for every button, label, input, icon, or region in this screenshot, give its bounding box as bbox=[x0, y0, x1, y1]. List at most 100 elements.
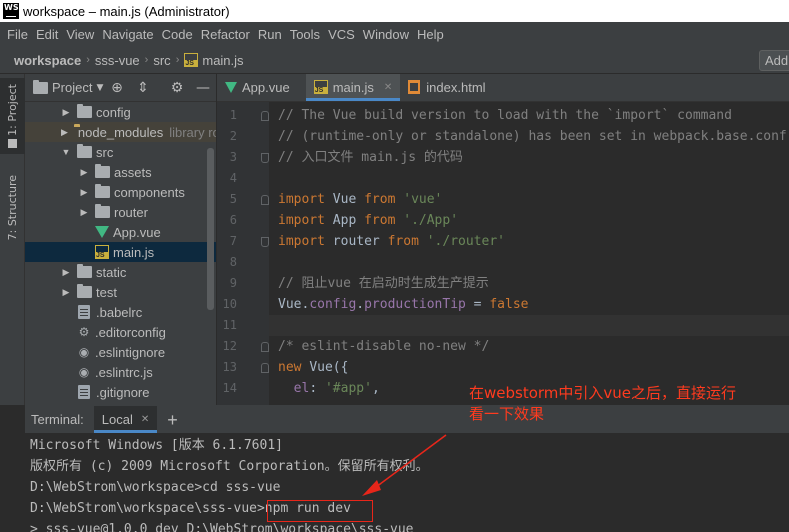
code-token: // The Vue build version to load with th… bbox=[278, 108, 732, 123]
tree-item-src[interactable]: ▼ src bbox=[25, 142, 216, 162]
menu-window[interactable]: Window bbox=[363, 27, 409, 42]
project-scrollbar[interactable] bbox=[207, 148, 214, 310]
breadcrumb-src[interactable]: src bbox=[153, 53, 170, 68]
chevron-right-icon[interactable]: ▶ bbox=[61, 127, 68, 138]
tree-item-config[interactable]: ▶ config bbox=[25, 102, 216, 122]
tree-item-app-vue[interactable]: App.vue bbox=[25, 222, 216, 242]
code-token: './router' bbox=[426, 234, 506, 249]
close-icon[interactable]: ✕ bbox=[141, 414, 149, 425]
code-token: import bbox=[278, 192, 333, 207]
hide-panel-icon[interactable]: — bbox=[195, 80, 211, 96]
breadcrumb-sss-vue[interactable]: sss-vue bbox=[95, 53, 140, 68]
tab-main-js[interactable]: main.js ✕ bbox=[305, 74, 401, 101]
structure-tool-tab[interactable]: 7: Structure bbox=[0, 168, 25, 248]
close-icon[interactable]: ✕ bbox=[384, 82, 392, 93]
new-terminal-icon[interactable]: + bbox=[167, 411, 178, 429]
tree-item-eslintrc-js[interactable]: ◉ .eslintrc.js bbox=[25, 362, 216, 382]
breadcrumb-workspace[interactable]: workspace bbox=[14, 53, 81, 68]
tree-item-gitignore[interactable]: .gitignore bbox=[25, 382, 216, 402]
tree-item-label: components bbox=[114, 184, 185, 200]
project-tool-tab[interactable]: 1: Project bbox=[0, 78, 25, 154]
project-panel-header: Project ▼ ⊕ ⇕ ⚙ — bbox=[25, 74, 216, 102]
code-token: import bbox=[278, 213, 333, 228]
line-number: 8 bbox=[229, 255, 237, 269]
code-token: from bbox=[387, 234, 427, 249]
tab-label: main.js bbox=[332, 79, 374, 95]
gear-icon[interactable]: ⚙ bbox=[169, 80, 185, 96]
line-number: 14 bbox=[222, 381, 237, 395]
window-title: workspace – main.js (Administrator) bbox=[23, 3, 230, 19]
menu-tools[interactable]: Tools bbox=[290, 27, 320, 42]
tree-item-test[interactable]: ▶ test bbox=[25, 282, 216, 302]
menu-run[interactable]: Run bbox=[258, 27, 282, 42]
project-view-selector[interactable]: Project bbox=[52, 80, 92, 95]
tab-app-vue[interactable]: App.vue bbox=[217, 74, 306, 101]
breadcrumb: workspace › sss-vue › src › main.js Add bbox=[0, 47, 789, 74]
fold-marker-icon[interactable] bbox=[261, 111, 269, 121]
fold-marker-icon[interactable] bbox=[261, 363, 269, 373]
code-token: from bbox=[364, 192, 404, 207]
menu-view[interactable]: View bbox=[66, 27, 94, 42]
breadcrumb-main-js[interactable]: main.js bbox=[202, 53, 243, 68]
tree-item-components[interactable]: ▶ components bbox=[25, 182, 216, 202]
chevron-right-icon[interactable]: ▶ bbox=[79, 187, 89, 198]
chevron-right-icon[interactable]: ▶ bbox=[61, 287, 71, 298]
code-line: // The Vue build version to load with th… bbox=[269, 105, 789, 126]
menu-file[interactable]: File bbox=[7, 27, 28, 42]
menu-code[interactable]: Code bbox=[162, 27, 193, 42]
chevron-right-icon[interactable]: ▶ bbox=[79, 207, 89, 218]
add-configuration-button[interactable]: Add bbox=[759, 50, 789, 71]
tree-item-assets[interactable]: ▶ assets bbox=[25, 162, 216, 182]
line-number-gutter: 1 2 3 4 5 6 7 8 9 10 11 12 13 14 bbox=[217, 102, 269, 405]
fold-marker-icon[interactable] bbox=[261, 237, 269, 247]
chevron-right-icon[interactable]: ▶ bbox=[61, 107, 71, 118]
code-token: false bbox=[489, 297, 529, 312]
chevron-right-icon: › bbox=[175, 54, 180, 66]
folder-icon bbox=[77, 104, 92, 118]
chevron-right-icon[interactable]: ▶ bbox=[79, 167, 89, 178]
fold-marker-icon[interactable] bbox=[261, 342, 269, 352]
html-icon bbox=[408, 80, 421, 94]
tree-item-babelrc[interactable]: .babelrc bbox=[25, 302, 216, 322]
fold-marker-icon[interactable] bbox=[261, 153, 269, 163]
code-token: Vue bbox=[332, 192, 365, 207]
chevron-right-icon[interactable]: ▶ bbox=[61, 267, 71, 278]
dropdown-caret-icon[interactable]: ▼ bbox=[96, 83, 103, 93]
line-number: 9 bbox=[229, 276, 237, 290]
tree-item-node-modules[interactable]: ▶ node_modules library root bbox=[25, 122, 216, 142]
code-line: import App from './App' bbox=[269, 210, 789, 231]
menu-refactor[interactable]: Refactor bbox=[201, 27, 250, 42]
tab-index-html[interactable]: index.html bbox=[400, 74, 501, 101]
tree-item-editorconfig[interactable]: ⚙ .editorconfig bbox=[25, 322, 216, 342]
fold-marker-icon[interactable] bbox=[261, 195, 269, 205]
terminal-tab-local[interactable]: Local ✕ bbox=[93, 406, 158, 433]
menu-edit[interactable]: Edit bbox=[36, 27, 58, 42]
chevron-down-icon[interactable]: ▼ bbox=[61, 147, 71, 157]
tree-item-label: router bbox=[114, 204, 148, 220]
code-token: Vue. bbox=[278, 297, 310, 312]
menu-vcs[interactable]: VCS bbox=[328, 27, 355, 42]
eslint-file-icon: ◉ bbox=[78, 345, 90, 359]
code-area[interactable]: // The Vue build version to load with th… bbox=[269, 102, 789, 405]
code-token: : bbox=[309, 381, 325, 396]
tree-item-router[interactable]: ▶ router bbox=[25, 202, 216, 222]
tree-item-static[interactable]: ▶ static bbox=[25, 262, 216, 282]
project-tool-tab-label: 1: Project bbox=[6, 83, 19, 136]
code-token: // 入口文件 main.js 的代码 bbox=[278, 150, 463, 165]
folder-icon bbox=[77, 264, 92, 278]
tree-item-eslintignore[interactable]: ◉ .eslintignore bbox=[25, 342, 216, 362]
line-number: 4 bbox=[229, 171, 237, 185]
collapse-all-icon[interactable]: ⇕ bbox=[135, 80, 151, 96]
locate-target-icon[interactable]: ⊕ bbox=[109, 80, 125, 96]
code-token: // (runtime-only or standalone) has been… bbox=[278, 129, 787, 144]
code-token: './App' bbox=[403, 213, 459, 228]
tree-item-main-js[interactable]: main.js bbox=[25, 242, 216, 262]
code-token: new bbox=[278, 360, 310, 375]
tree-item-suffix: library root bbox=[169, 124, 216, 140]
menu-help[interactable]: Help bbox=[417, 27, 444, 42]
terminal-label: Terminal: bbox=[31, 412, 84, 427]
terminal-tab-label: Local bbox=[101, 412, 133, 427]
menu-navigate[interactable]: Navigate bbox=[102, 27, 153, 42]
